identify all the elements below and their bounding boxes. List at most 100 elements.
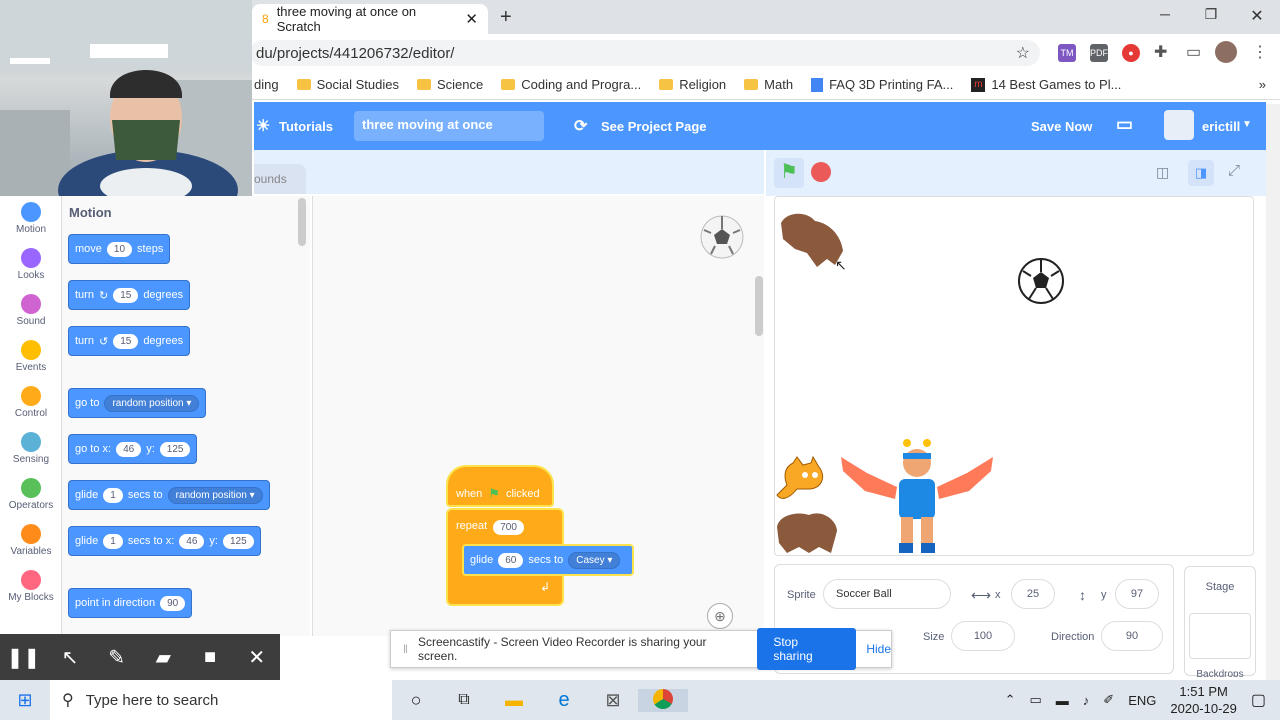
pause-icon[interactable]: ❚❚ [0,645,47,670]
category-operators[interactable]: Operators [0,478,62,511]
bookmark-item[interactable]: ding [254,77,279,92]
go-to-block[interactable]: go to random position ▾ [68,388,207,418]
turn-right-block[interactable]: turn ↻ 15 degrees [68,280,191,310]
minimize-icon[interactable]: ─ [1150,6,1180,22]
user-avatar[interactable] [1164,110,1194,140]
extensions-puzzle-icon[interactable]: ✚ [1154,42,1167,62]
target-dropdown[interactable]: random position ▾ [167,486,263,504]
network-icon[interactable]: ▬ [1056,693,1069,708]
x-input[interactable]: 46 [116,441,142,457]
direction-input[interactable]: 90 [160,595,186,611]
hide-button[interactable]: Hide [866,642,891,656]
profile-avatar[interactable] [1215,41,1237,63]
notifications-icon[interactable]: ▢ [1251,690,1266,710]
drag-handle-icon[interactable]: ‖ [403,642,408,656]
cast-icon[interactable]: ▭ [1186,42,1201,62]
save-now-button[interactable]: Save Now [1031,119,1092,134]
size-input[interactable]: 100 [951,621,1015,651]
go-to-xy-block[interactable]: go to x: 46 y: 125 [68,434,198,464]
secs-input[interactable]: 1 [103,533,123,549]
page-scrollbar[interactable] [1266,104,1280,680]
category-sensing[interactable]: Sensing [0,432,62,465]
windows-start-icon[interactable]: ⊞ [0,690,50,711]
target-dropdown[interactable]: random position ▾ [104,394,200,412]
script-scrollbar[interactable] [755,276,763,336]
degrees-input[interactable]: 15 [113,287,139,303]
category-variables[interactable]: Variables [0,524,62,557]
volume-icon[interactable]: ♪ [1083,693,1090,708]
secs-input[interactable]: 1 [103,487,123,503]
task-view-icon[interactable]: ⧉ [440,691,488,709]
glide-to-casey-block[interactable]: glide 60 secs to Casey ▾ [462,544,634,576]
edge-icon[interactable]: e [540,689,588,712]
address-bar[interactable]: du/projects/441206732/editor/ ☆ [250,40,1040,66]
glide-to-block[interactable]: glide 1 secs to random position ▾ [68,480,270,510]
secs-input[interactable]: 60 [498,552,524,568]
extension-screencastify-icon[interactable]: ● [1122,44,1140,62]
stage-selector[interactable]: Stage Backdrops [1184,566,1256,677]
language-indicator[interactable]: ENG [1128,693,1156,708]
pointer-icon[interactable]: ↖ [47,645,94,670]
tutorials-button[interactable]: Tutorials [279,119,333,134]
turn-left-block[interactable]: turn ↺ 15 degrees [68,326,191,356]
steps-input[interactable]: 10 [106,241,133,257]
fullscreen-icon[interactable]: ⤢ [1228,162,1240,179]
chevron-down-icon[interactable]: ▼ [1242,119,1252,130]
tab-close-icon[interactable]: ✕ [465,10,478,28]
pen-tray-icon[interactable]: ✐ [1103,692,1114,708]
point-in-direction-block[interactable]: point in direction 90 [68,588,193,618]
chevron-up-icon[interactable]: ⌃ [1005,692,1016,708]
bookmark-item[interactable]: m 14 Best Games to Pl... [971,77,1121,92]
bookmark-item[interactable]: Social Studies [296,77,399,92]
direction-input[interactable]: 90 [1101,621,1163,651]
cortana-icon[interactable]: ○ [392,690,440,711]
bookmark-item[interactable]: Math [744,77,793,92]
category-control[interactable]: Control [0,386,62,419]
degrees-input[interactable]: 15 [113,333,139,349]
normal-stage-icon[interactable]: ◨ [1188,160,1214,186]
eraser-icon[interactable]: ▰ [140,645,187,670]
new-tab-button[interactable]: + [500,6,512,29]
category-events[interactable]: Events [0,340,62,373]
x-input[interactable]: 46 [179,533,205,549]
stage-canvas[interactable]: ↖ [774,196,1254,556]
restore-icon[interactable]: ❐ [1196,6,1226,23]
username[interactable]: erictill [1202,119,1240,134]
my-stuff-folder-icon[interactable]: ▭ [1116,114,1133,135]
when-flag-clicked-block[interactable]: when ⚑ clicked [446,465,554,507]
zoom-in-icon[interactable]: ⊕ [707,603,733,629]
extension-pdf-icon[interactable]: PDF [1090,44,1108,62]
bookmark-star-icon[interactable]: ☆ [1016,43,1030,63]
browser-tab[interactable]: 8 three moving at once on Scratch ✕ [252,4,488,34]
camera-icon[interactable]: ■ [187,646,234,669]
clock[interactable]: 1:51 PM 2020-10-29 [1170,683,1237,717]
category-sound[interactable]: Sound [0,294,62,327]
bookmark-item[interactable]: Coding and Progra... [501,77,641,92]
y-input[interactable]: 97 [1115,579,1159,609]
glide-to-xy-block[interactable]: glide 1 secs to x: 46 y: 125 [68,526,261,556]
project-title-input[interactable]: three moving at once [354,111,544,141]
close-icon[interactable]: ✕ [233,645,280,670]
y-input[interactable]: 125 [159,441,191,457]
category-my-blocks[interactable]: My Blocks [0,570,62,603]
bookmark-item[interactable]: Religion [659,77,726,92]
category-looks[interactable]: Looks [0,248,62,281]
chrome-taskbar-icon[interactable] [638,688,688,712]
move-steps-block[interactable]: move 10 steps [68,234,171,264]
stop-button[interactable] [811,162,831,182]
battery-icon[interactable]: ▭ [1030,692,1042,708]
bookmark-item[interactable]: Science [416,77,483,92]
file-explorer-icon[interactable]: ▬ [488,690,540,711]
store-icon[interactable]: ⊠ [588,690,638,711]
stop-sharing-button[interactable]: Stop sharing [757,628,857,670]
pen-icon[interactable]: ✎ [93,645,140,670]
backdrop-thumbnail[interactable] [1189,613,1251,659]
more-bookmarks-icon[interactable]: » [1259,77,1266,92]
palette-scrollbar[interactable] [298,198,306,246]
repeat-count-input[interactable]: 700 [493,520,524,535]
small-stage-icon[interactable]: ◫ [1156,164,1169,181]
tab-sounds[interactable]: ounds [254,164,306,194]
see-project-page-button[interactable]: See Project Page [601,119,707,134]
x-input[interactable]: 25 [1011,579,1055,609]
y-input[interactable]: 125 [222,533,254,549]
